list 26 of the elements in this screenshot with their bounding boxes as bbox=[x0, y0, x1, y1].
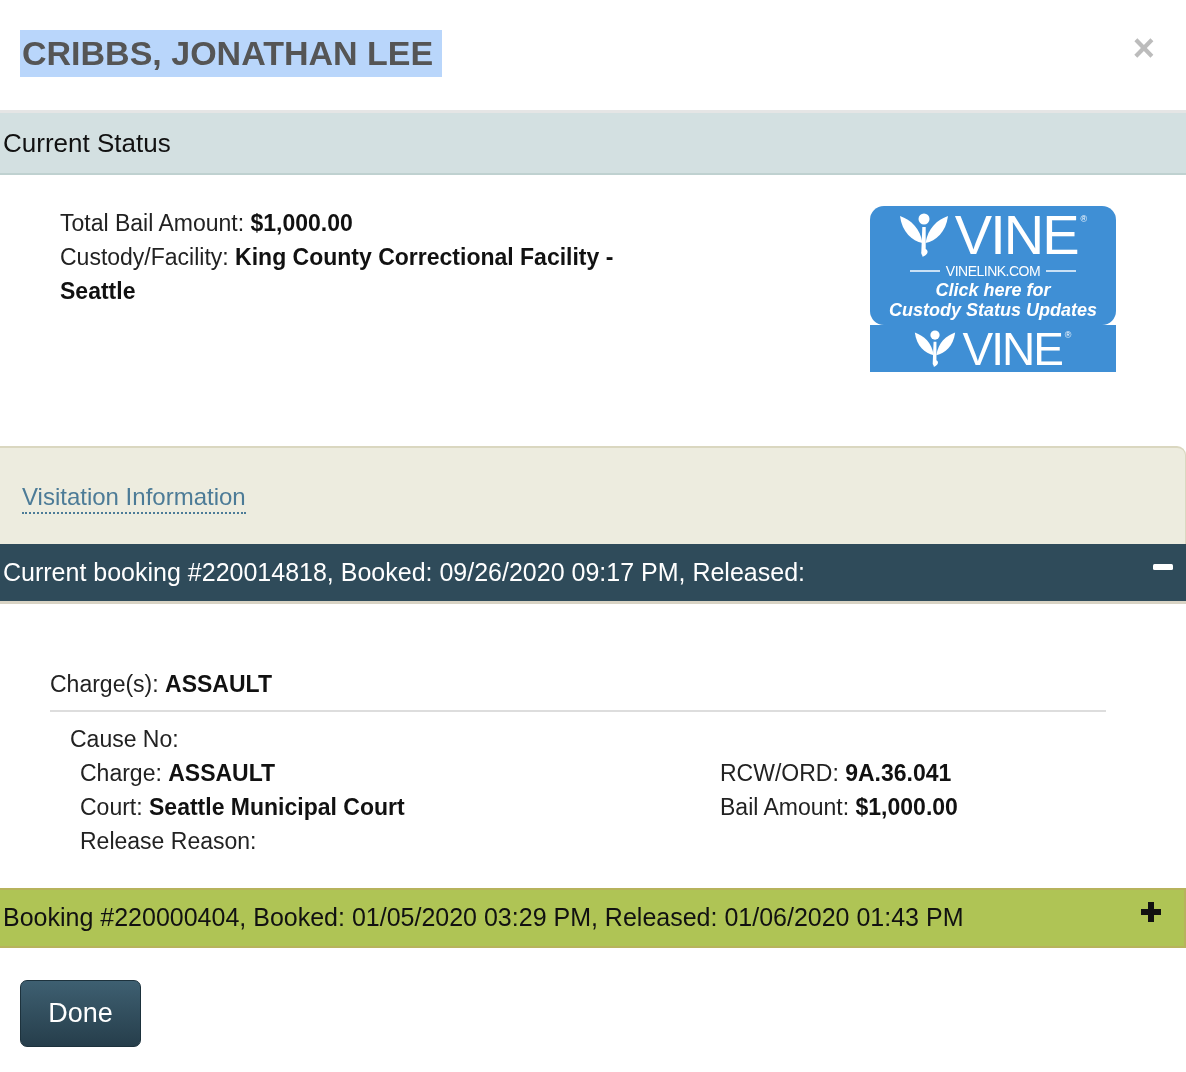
booking-title: Current booking #220014818, Booked: 09/26/2020 09:17 PM, Released: bbox=[3, 556, 805, 588]
vine-banner[interactable]: VINE$^{®}$ VINELINK.COM Click here for Custody Status Updates bbox=[870, 206, 1116, 325]
brand-text: VINE$^{®}$ bbox=[962, 328, 1072, 369]
sprout-icon bbox=[898, 213, 949, 257]
site-text: VINELINK.COM bbox=[945, 263, 1041, 279]
info-line: Total Bail Amount: $1,000.00 bbox=[60, 209, 354, 238]
charge-detail: RCW/ORD: 9A.36.041 bbox=[720, 759, 953, 788]
charge-detail: Bail Amount: $1,000.00 bbox=[720, 793, 958, 822]
booking-header[interactable]: Current booking #220014818, Booked: 09/26/2020 09:17 PM, Released: bbox=[0, 544, 1186, 604]
visitation-link[interactable]: Visitation Information bbox=[22, 482, 246, 514]
charges-summary: Charge(s): ASSAULT bbox=[50, 670, 273, 699]
charge-detail: Release Reason: bbox=[80, 827, 258, 856]
booking-header[interactable]: Booking #220000404, Booked: 01/05/2020 03:29 PM, Released: 01/06/2020 01:43 PM bbox=[0, 888, 1186, 948]
charge-detail: Charge: ASSAULT bbox=[80, 759, 277, 788]
booking-title: Booking #220000404, Booked: 01/05/2020 03:29 PM, Released: 01/06/2020 01:43 PM bbox=[3, 902, 964, 934]
cta-text: Click here for bbox=[935, 280, 1051, 300]
charge-detail: Court: Seattle Municipal Court bbox=[80, 793, 406, 822]
info-line: Custody/Facility: King County Correctional Facility - Seattle bbox=[60, 243, 615, 306]
vine-logo-strip[interactable]: VINE$^{®}$ bbox=[870, 325, 1116, 372]
sprout-icon bbox=[914, 330, 957, 367]
section-heading: Current Status bbox=[3, 126, 171, 160]
cta-text: Custody Status Updates bbox=[889, 300, 1097, 320]
done-button[interactable]: Done bbox=[20, 980, 141, 1047]
cause-label: Cause No: bbox=[70, 725, 180, 754]
brand-text: VINE$^{®}$ bbox=[954, 212, 1088, 258]
dialog-title: CRIBBS, JONATHAN LEE bbox=[20, 30, 443, 77]
